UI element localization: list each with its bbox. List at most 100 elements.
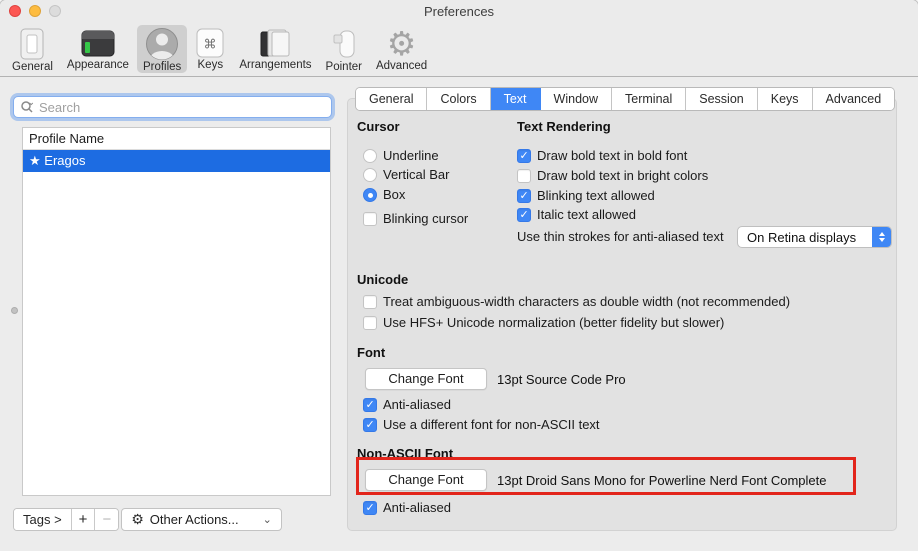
checkbox-icon-checked — [363, 418, 377, 432]
checkbox-italic-text[interactable]: Italic text allowed — [517, 207, 636, 222]
toolbar-item-pointer[interactable]: Pointer — [320, 25, 368, 73]
checkbox-label: Blinking text allowed — [537, 188, 655, 203]
font-value: 13pt Source Code Pro — [497, 372, 626, 387]
tab-session[interactable]: Session — [686, 88, 757, 110]
search-input[interactable] — [39, 100, 325, 115]
radio-label: Box — [383, 187, 405, 202]
dropdown-stepper-icon — [872, 227, 891, 247]
toolbar-item-profiles[interactable]: Profiles — [137, 25, 187, 73]
checkbox-blinking-cursor[interactable]: Blinking cursor — [363, 211, 468, 226]
radio-icon-selected — [363, 188, 377, 202]
checkbox-icon — [363, 316, 377, 330]
checkbox-icon-checked — [517, 149, 531, 163]
tab-colors[interactable]: Colors — [427, 88, 490, 110]
checkbox-icon — [363, 295, 377, 309]
change-font-button[interactable]: Change Font — [365, 368, 487, 390]
checkbox-bright-colors[interactable]: Draw bold text in bright colors — [517, 168, 708, 183]
checkbox-icon-checked — [517, 189, 531, 203]
toolbar-item-advanced[interactable]: ⚙ Advanced — [370, 25, 433, 73]
checkbox-anti-aliased[interactable]: Anti-aliased — [363, 397, 451, 412]
toolbar-label: General — [12, 61, 53, 73]
search-icon — [20, 100, 36, 114]
pointer-mouse-icon — [330, 27, 358, 61]
gear-icon: ⚙ — [131, 512, 144, 528]
other-actions-label: Other Actions... — [150, 512, 239, 527]
other-actions-button[interactable]: ⚙ Other Actions... ⌄ — [121, 508, 282, 531]
appearance-window-icon — [80, 27, 116, 59]
radio-icon — [363, 149, 377, 163]
thin-strokes-dropdown[interactable]: On Retina displays — [737, 226, 892, 248]
checkbox-ambiguous-width[interactable]: Treat ambiguous-width characters as doub… — [363, 294, 790, 309]
star-icon: ★ — [29, 153, 41, 168]
tab-text[interactable]: Text — [491, 88, 541, 110]
checkbox-label: Blinking cursor — [383, 211, 468, 226]
toolbar-item-arrangements[interactable]: Arrangements — [233, 25, 317, 73]
toolbar-label: Pointer — [326, 61, 362, 73]
change-non-ascii-font-button[interactable]: Change Font — [365, 469, 487, 491]
checkbox-label: Anti-aliased — [383, 500, 451, 515]
chevron-down-icon: ⌄ — [263, 513, 272, 526]
checkbox-label: Use HFS+ Unicode normalization (better f… — [383, 315, 724, 330]
checkbox-hfs-normalization[interactable]: Use HFS+ Unicode normalization (better f… — [363, 315, 724, 330]
window-title: Preferences — [0, 4, 918, 19]
checkbox-icon — [363, 212, 377, 226]
checkbox-non-ascii-anti-aliased[interactable]: Anti-aliased — [363, 500, 451, 515]
toolbar-label: Profiles — [143, 61, 181, 73]
text-rendering-section-title: Text Rendering — [517, 119, 611, 134]
add-profile-button[interactable]: + — [72, 509, 96, 530]
arrangements-windows-icon — [257, 27, 293, 59]
cursor-section-title: Cursor — [357, 119, 400, 134]
checkbox-icon — [517, 169, 531, 183]
radio-label: Vertical Bar — [383, 167, 449, 182]
checkbox-label: Draw bold text in bright colors — [537, 168, 708, 183]
tab-general[interactable]: General — [356, 88, 427, 110]
non-ascii-font-section-title: Non-ASCII Font — [357, 446, 453, 461]
checkbox-icon-checked — [363, 501, 377, 515]
profile-buttons-group: Tags > + − — [13, 508, 119, 531]
toolbar-label: Arrangements — [239, 59, 311, 71]
toolbar-item-general[interactable]: General — [6, 25, 59, 73]
checkbox-blinking-text[interactable]: Blinking text allowed — [517, 188, 655, 203]
advanced-gear-icon: ⚙ — [387, 27, 417, 60]
svg-text:⌘: ⌘ — [204, 38, 217, 53]
tab-bar: General Colors Text Window Terminal Sess… — [356, 88, 894, 110]
checkbox-label: Use a different font for non-ASCII text — [383, 417, 600, 432]
checkbox-label: Italic text allowed — [537, 207, 636, 222]
tab-window[interactable]: Window — [541, 88, 612, 110]
tags-button[interactable]: Tags > — [14, 509, 72, 530]
checkbox-bold-font[interactable]: Draw bold text in bold font — [517, 148, 687, 163]
profile-row-eragos[interactable]: ★ Eragos — [23, 150, 330, 172]
keys-command-icon: ⌘ — [195, 27, 225, 59]
toolbar-item-appearance[interactable]: Appearance — [61, 25, 135, 73]
general-switch-icon — [17, 27, 47, 61]
profile-list-header: Profile Name — [23, 128, 330, 150]
checkbox-label: Draw bold text in bold font — [537, 148, 687, 163]
tab-advanced[interactable]: Advanced — [813, 88, 895, 110]
toolbar-label: Keys — [198, 59, 224, 71]
profile-list: Profile Name ★ Eragos — [22, 127, 331, 496]
thin-strokes-label: Use thin strokes for anti-aliased text — [517, 229, 724, 244]
radio-vertical-bar[interactable]: Vertical Bar — [363, 167, 449, 182]
titlebar: Preferences — [0, 0, 918, 22]
checkbox-icon-checked — [363, 398, 377, 412]
toolbar-label: Appearance — [67, 59, 129, 71]
non-ascii-font-value: 13pt Droid Sans Mono for Powerline Nerd … — [497, 473, 827, 488]
search-field[interactable] — [13, 96, 332, 118]
preferences-window: Preferences General Appearance — [0, 0, 918, 551]
remove-profile-button[interactable]: − — [95, 509, 118, 530]
tab-keys[interactable]: Keys — [758, 88, 813, 110]
toolbar-item-keys[interactable]: ⌘ Keys — [189, 25, 231, 73]
unicode-section-title: Unicode — [357, 272, 408, 287]
radio-icon — [363, 168, 377, 182]
checkbox-non-ascii-font-toggle[interactable]: Use a different font for non-ASCII text — [363, 417, 600, 432]
pane-resize-handle[interactable] — [11, 307, 18, 314]
font-section-title: Font — [357, 345, 385, 360]
radio-underline[interactable]: Underline — [363, 148, 439, 163]
radio-label: Underline — [383, 148, 439, 163]
tab-terminal[interactable]: Terminal — [612, 88, 686, 110]
checkbox-label: Anti-aliased — [383, 397, 451, 412]
profiles-person-icon — [144, 27, 180, 61]
checkbox-icon-checked — [517, 208, 531, 222]
checkbox-label: Treat ambiguous-width characters as doub… — [383, 294, 790, 309]
radio-box[interactable]: Box — [363, 187, 405, 202]
